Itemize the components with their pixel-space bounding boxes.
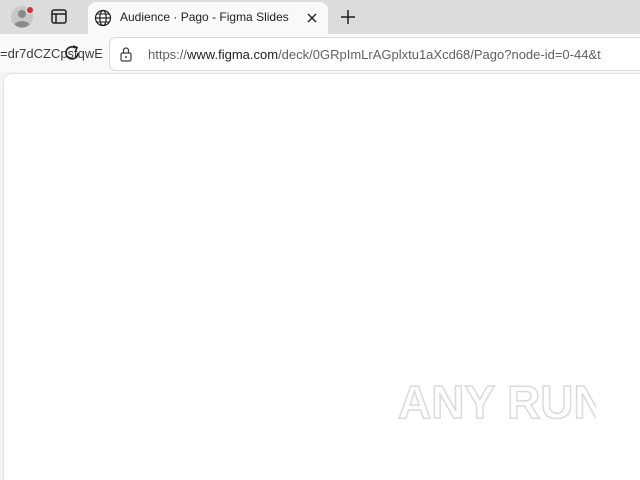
- url-host: www.figma.com: [187, 47, 279, 62]
- url-path: /deck/0GRpImLrAGplxtu1aXcd68/Pago?node-i…: [278, 47, 601, 62]
- browser-window: Audience · Pago - Figma Slides =dr7dCZCp…: [0, 0, 640, 480]
- profile-button[interactable]: [10, 5, 34, 29]
- tab-strip: Audience · Pago - Figma Slides: [0, 0, 640, 34]
- url-prefix: https://: [148, 47, 188, 62]
- tab-title: Audience · Pago - Figma Slides: [120, 10, 289, 24]
- new-tab-button[interactable]: [338, 7, 358, 27]
- globe-icon: [94, 9, 112, 27]
- anyrun-watermark: ANY RUN: [397, 375, 596, 429]
- lock-icon[interactable]: [119, 46, 133, 62]
- overflow-url-text: =dr7dCZCpstqwE: [0, 46, 103, 61]
- reload-icon: [65, 45, 79, 60]
- reload-button[interactable]: [62, 43, 82, 63]
- notification-dot: [26, 6, 34, 14]
- tab-actions-icon: [51, 9, 67, 24]
- watermark-text: ANY RUN: [398, 376, 596, 428]
- close-icon[interactable]: [304, 10, 320, 26]
- tab-active[interactable]: Audience · Pago - Figma Slides: [88, 2, 328, 34]
- tab-actions-button[interactable]: [48, 7, 70, 27]
- plus-icon: [341, 10, 355, 24]
- url-text[interactable]: https://www.figma.com/deck/0GRpImLrAGplx…: [148, 47, 640, 62]
- address-bar[interactable]: https://www.figma.com/deck/0GRpImLrAGplx…: [110, 38, 640, 70]
- address-toolbar: =dr7dCZCpstqwE https://www.figma.com/dec…: [0, 34, 640, 72]
